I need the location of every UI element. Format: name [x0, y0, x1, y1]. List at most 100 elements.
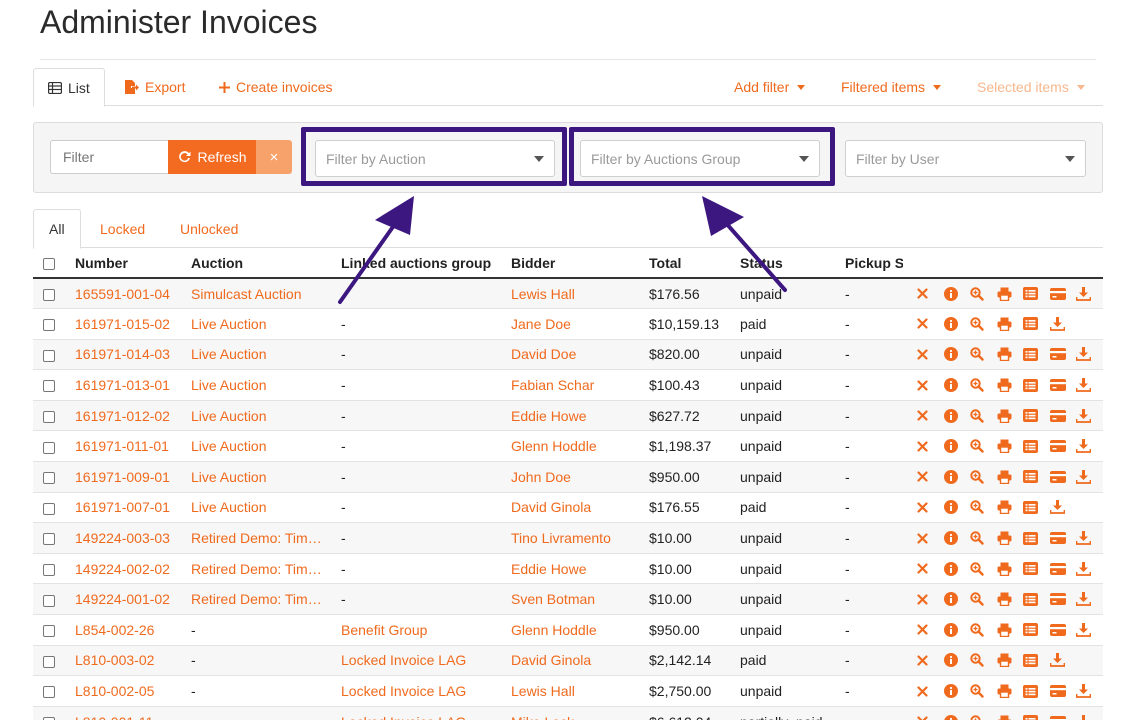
bidder-link[interactable]: Lewis Hall — [511, 286, 575, 302]
zoom-in-icon[interactable] — [970, 469, 997, 485]
invoice-number-link[interactable]: 161971-011-01 — [75, 438, 169, 454]
credit-card-icon[interactable] — [1049, 469, 1077, 485]
zoom-in-icon[interactable] — [970, 408, 997, 424]
auction-link[interactable]: Live Auction — [191, 346, 267, 362]
bidder-link[interactable]: Eddie Howe — [511, 408, 587, 424]
auction-link[interactable]: Live Auction — [191, 469, 267, 485]
print-icon[interactable] — [997, 622, 1024, 638]
cancel-invoice-icon[interactable] — [917, 561, 944, 577]
invoice-number-link[interactable]: 161971-013-01 — [75, 377, 170, 393]
list-details-icon[interactable] — [1023, 408, 1050, 424]
cancel-invoice-icon[interactable] — [917, 438, 944, 454]
bidder-link[interactable]: Jane Doe — [511, 316, 571, 332]
tab-unlocked[interactable]: Unlocked — [180, 209, 238, 248]
download-icon[interactable] — [1076, 714, 1103, 720]
credit-card-icon[interactable] — [1049, 377, 1077, 393]
zoom-in-icon[interactable] — [970, 377, 997, 393]
linked-group-link[interactable]: Locked Invoice LAG — [341, 683, 466, 699]
invoice-number-link[interactable]: 161971-014-03 — [75, 346, 170, 362]
invoice-number-cell[interactable]: 161971-011-01 — [65, 430, 181, 462]
download-icon[interactable] — [1076, 438, 1103, 454]
download-icon[interactable] — [1076, 469, 1103, 485]
cancel-invoice-icon[interactable] — [917, 469, 944, 485]
create-invoices-button[interactable]: Create invoices — [219, 68, 333, 106]
filter-input[interactable] — [50, 140, 169, 174]
zoom-in-icon[interactable] — [970, 346, 997, 362]
row-checkbox[interactable] — [43, 349, 55, 362]
print-icon[interactable] — [997, 346, 1024, 362]
linked-group-link[interactable]: Locked Invoice LAG — [341, 714, 466, 720]
list-details-icon[interactable] — [1023, 622, 1050, 638]
credit-card-icon[interactable] — [1049, 591, 1077, 607]
invoice-number-cell[interactable]: 161971-012-02 — [65, 399, 181, 431]
linked-group-link[interactable]: Benefit Group — [341, 622, 427, 638]
list-details-icon[interactable] — [1023, 530, 1050, 546]
invoice-number-cell[interactable]: 161971-009-01 — [65, 461, 181, 493]
zoom-in-icon[interactable] — [970, 499, 997, 515]
cancel-invoice-icon[interactable] — [917, 286, 944, 302]
invoice-number-link[interactable]: 165591-001-04 — [75, 286, 170, 302]
header-status[interactable]: Status — [730, 248, 835, 279]
tab-all[interactable]: All — [33, 209, 81, 249]
tab-list[interactable]: List — [33, 68, 105, 107]
download-icon[interactable] — [1076, 408, 1103, 424]
invoice-number-link[interactable]: L810-001-11 — [75, 714, 153, 720]
cancel-invoice-icon[interactable] — [917, 683, 944, 699]
bidder-link[interactable]: John Doe — [511, 469, 571, 485]
info-icon[interactable] — [943, 652, 971, 668]
zoom-in-icon[interactable] — [970, 530, 997, 546]
cancel-invoice-icon[interactable] — [917, 408, 944, 424]
info-icon[interactable] — [943, 561, 971, 577]
list-details-icon[interactable] — [1023, 377, 1050, 393]
row-checkbox[interactable] — [43, 410, 55, 423]
invoice-number-link[interactable]: L854-002-26 — [75, 622, 154, 638]
row-checkbox[interactable] — [43, 288, 55, 301]
bidder-link[interactable]: Fabian Schar — [511, 377, 594, 393]
cancel-invoice-icon[interactable] — [917, 377, 944, 393]
bidder-link[interactable]: Sven Botman — [511, 591, 595, 607]
credit-card-icon[interactable] — [1049, 438, 1077, 454]
header-auction[interactable]: Auction — [181, 248, 331, 279]
list-details-icon[interactable] — [1023, 683, 1050, 699]
info-icon[interactable] — [943, 530, 971, 546]
info-icon[interactable] — [943, 346, 971, 362]
header-bidder[interactable]: Bidder — [501, 248, 639, 279]
credit-card-icon[interactable] — [1049, 683, 1077, 699]
credit-card-icon[interactable] — [1049, 346, 1077, 362]
auction-link[interactable]: Retired Demo: Tim… — [191, 561, 322, 577]
cancel-invoice-icon[interactable] — [917, 652, 944, 668]
clear-filter-button[interactable]: × — [256, 140, 292, 174]
print-icon[interactable] — [997, 530, 1024, 546]
download-icon[interactable] — [1076, 683, 1103, 699]
zoom-in-icon[interactable] — [970, 561, 997, 577]
download-icon[interactable] — [1076, 377, 1103, 393]
auction-link[interactable]: Live Auction — [191, 377, 267, 393]
bidder-link[interactable]: Mike Lock — [511, 714, 574, 720]
info-icon[interactable] — [943, 377, 971, 393]
auction-link[interactable]: Live Auction — [191, 408, 267, 424]
list-details-icon[interactable] — [1023, 316, 1050, 332]
list-details-icon[interactable] — [1023, 561, 1050, 577]
print-icon[interactable] — [997, 499, 1024, 515]
credit-card-icon[interactable] — [1049, 622, 1077, 638]
credit-card-icon[interactable] — [1049, 408, 1077, 424]
zoom-in-icon[interactable] — [970, 316, 997, 332]
print-icon[interactable] — [997, 561, 1024, 577]
credit-card-icon[interactable] — [1049, 530, 1077, 546]
bidder-link[interactable]: Glenn Hoddle — [511, 438, 597, 454]
add-filter-dropdown[interactable]: Add filter — [734, 68, 806, 106]
print-icon[interactable] — [997, 408, 1024, 424]
invoice-number-cell[interactable]: 149224-003-03 — [65, 522, 181, 554]
auction-link[interactable]: Retired Demo: Tim… — [191, 591, 322, 607]
info-icon[interactable] — [943, 591, 971, 607]
zoom-in-icon[interactable] — [970, 683, 997, 699]
invoice-number-link[interactable]: 149224-003-03 — [75, 530, 170, 546]
cancel-invoice-icon[interactable] — [917, 316, 944, 332]
invoice-number-link[interactable]: 149224-001-02 — [75, 591, 170, 607]
auction-link[interactable]: Live Auction — [191, 316, 267, 332]
selected-items-dropdown[interactable]: Selected items — [977, 68, 1085, 106]
list-details-icon[interactable] — [1023, 438, 1050, 454]
info-icon[interactable] — [943, 499, 971, 515]
zoom-in-icon[interactable] — [970, 622, 997, 638]
row-checkbox[interactable] — [43, 594, 55, 607]
